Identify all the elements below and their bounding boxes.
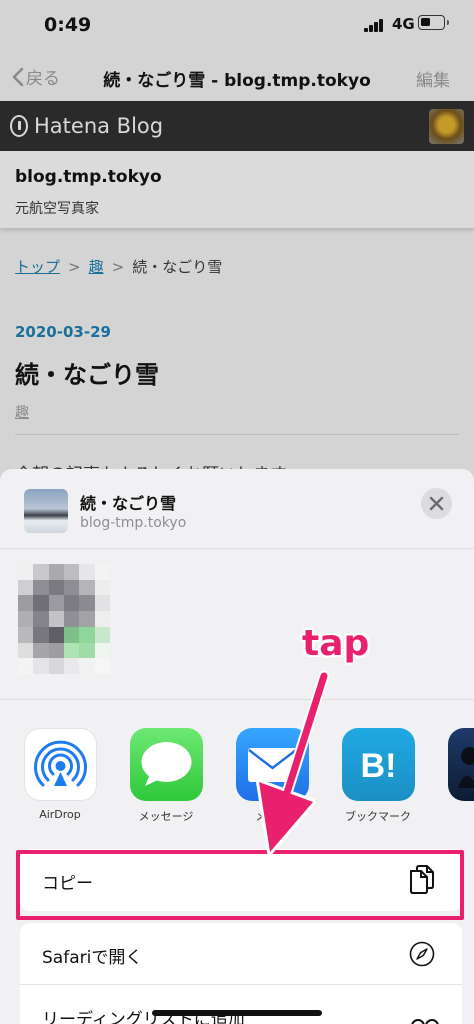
share-apps-row: AirDrop メッセージ メール B! ブックマーク — [0, 701, 474, 823]
divider — [15, 434, 459, 435]
airdrop-icon — [23, 728, 97, 801]
tap-highlight-box — [16, 850, 464, 920]
back-label: 戻る — [26, 69, 60, 89]
hatena-logo-icon — [10, 115, 28, 137]
app-hatena-bookmark[interactable]: B! ブックマーク — [340, 728, 416, 824]
hatena-header: Hatena Blog — [0, 101, 474, 151]
app-label: K — [446, 808, 474, 821]
app-label: AirDrop — [39, 808, 81, 821]
app-label: メッセージ — [138, 810, 194, 823]
page-thumbnail — [24, 489, 68, 533]
page-title: 続・なごり雪 - blog.tmp.tokyo — [103, 71, 371, 91]
share-sheet-header: 続・なごり雪 blog-tmp.tokyo — [0, 469, 474, 549]
app-label: メール — [255, 810, 289, 823]
status-bar: 0:49 4G — [0, 0, 474, 50]
app-kindle[interactable]: K — [446, 728, 474, 821]
post-title: 続・なごり雪 — [15, 361, 159, 389]
network-type: 4G — [392, 15, 415, 33]
battery-icon — [418, 15, 449, 30]
svg-text:B!: B! — [360, 747, 396, 785]
status-time: 0:49 — [44, 14, 92, 36]
mail-icon — [235, 728, 309, 801]
chevron-left-icon — [12, 67, 24, 86]
edit-button[interactable]: 編集 — [416, 66, 450, 91]
airdrop-people-row — [0, 550, 474, 700]
blog-header: blog.tmp.tokyo 元航空写真家 — [0, 151, 474, 229]
app-mail[interactable]: メール — [234, 728, 310, 824]
app-label: ブックマーク — [345, 810, 411, 823]
hatena-brand: Hatena Blog — [34, 114, 164, 138]
breadcrumb: トップ > 趣 > 続・なごり雪 — [15, 256, 222, 277]
breadcrumb-separator: > — [111, 258, 125, 276]
post-date[interactable]: 2020-03-29 — [15, 323, 111, 341]
browser-nav-bar: 戻る 続・なごり雪 - blog.tmp.tokyo 編集 — [0, 50, 474, 102]
back-button[interactable]: 戻る — [12, 64, 60, 89]
breadcrumb-current: 続・なごり雪 — [132, 258, 223, 276]
share-sheet: 続・なごり雪 blog-tmp.tokyo AirDrop メッセージ メール … — [0, 469, 474, 1024]
close-icon — [429, 496, 444, 511]
messages-icon — [129, 728, 203, 801]
share-title: 続・なごり雪 — [80, 494, 177, 513]
compass-icon — [409, 941, 435, 967]
add-to-reading-list-action[interactable]: リーディングリストに追加 — [20, 985, 462, 1024]
tap-annotation-label: tap — [302, 623, 370, 664]
hatena-bookmark-icon: B! — [341, 728, 415, 801]
contact-avatar[interactable] — [18, 564, 110, 674]
post-category[interactable]: 趣 — [15, 402, 29, 422]
glasses-icon — [411, 1019, 439, 1024]
breadcrumb-separator: > — [68, 258, 81, 276]
avatar[interactable] — [429, 109, 464, 144]
breadcrumb-category-link[interactable]: 趣 — [89, 258, 104, 276]
home-indicator — [152, 1010, 322, 1016]
breadcrumb-top-link[interactable]: トップ — [15, 258, 60, 276]
app-messages[interactable]: メッセージ — [128, 728, 204, 824]
blog-name[interactable]: blog.tmp.tokyo — [15, 167, 162, 187]
action-label: Safariで開く — [42, 948, 143, 968]
app-airdrop[interactable]: AirDrop — [22, 728, 98, 821]
kindle-icon — [447, 728, 474, 801]
blog-description: 元航空写真家 — [15, 201, 99, 217]
signal-icon — [364, 18, 384, 32]
hatena-logo[interactable]: Hatena Blog — [10, 114, 163, 138]
close-button[interactable] — [421, 488, 452, 519]
open-in-safari-action[interactable]: Safariで開く — [20, 923, 462, 985]
share-domain: blog-tmp.tokyo — [80, 515, 187, 531]
